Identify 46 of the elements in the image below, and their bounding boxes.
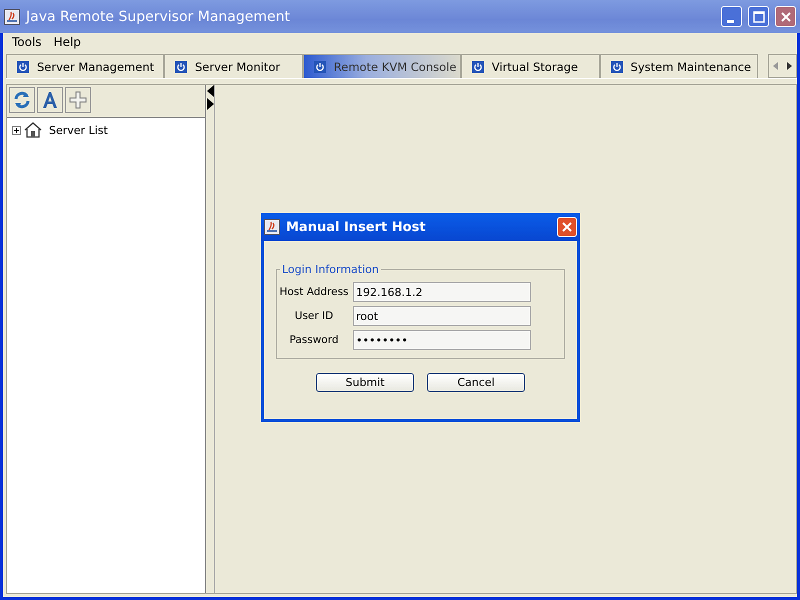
dialog-button[interactable]: Cancel (427, 373, 525, 392)
menu-item[interactable]: Help (48, 35, 87, 49)
power-icon (610, 60, 623, 72)
field-label: Host Address (278, 286, 350, 298)
input-field[interactable]: 192.168.1.2 (353, 282, 531, 302)
menu-item[interactable]: Tools (6, 35, 48, 49)
window-title: Java Remote Supervisor Management (26, 8, 291, 24)
tree-item[interactable]: Server List (49, 124, 108, 136)
add-button[interactable] (65, 87, 91, 113)
power-icon (472, 60, 484, 72)
power-icon (314, 60, 326, 72)
minimize-icon (726, 20, 734, 23)
tab[interactable]: Server Monitor (164, 54, 303, 78)
font-icon (40, 90, 60, 110)
expand-icon[interactable] (12, 126, 21, 134)
input-field[interactable]: •••••••• (353, 330, 531, 350)
input-field[interactable]: root (353, 306, 531, 326)
field-label: User ID (294, 310, 334, 322)
power-icon (175, 60, 187, 72)
minimize-button[interactable] (721, 6, 742, 27)
close-icon (561, 221, 573, 233)
tab[interactable]: Remote KVM Console (302, 54, 461, 78)
collapse-arrows-icon[interactable] (206, 85, 214, 111)
tab[interactable]: System Maintenance (600, 54, 758, 78)
close-button[interactable] (775, 6, 796, 27)
maximize-button[interactable] (748, 6, 769, 27)
tab-scroll-buttons[interactable] (768, 54, 797, 78)
close-icon (780, 10, 792, 22)
house-icon (24, 122, 42, 138)
left-arrow-icon[interactable] (772, 62, 778, 70)
power-icon (17, 60, 29, 72)
app-icon (4, 8, 20, 24)
app-icon (264, 219, 280, 235)
refresh-button[interactable] (9, 87, 35, 113)
dialog-title: Manual Insert Host (286, 220, 427, 234)
right-arrow-icon[interactable] (786, 62, 792, 70)
dialog-button[interactable]: Submit (316, 373, 414, 392)
refresh-icon (12, 90, 32, 110)
plus-icon (68, 90, 88, 110)
maximize-icon (752, 10, 764, 22)
field-label: Password (288, 334, 340, 346)
font-button[interactable] (37, 87, 63, 113)
tab[interactable]: Server Management (6, 54, 164, 78)
close-button[interactable] (557, 217, 577, 237)
group-label: Login Information (281, 263, 380, 276)
tab[interactable]: Virtual Storage (460, 54, 600, 78)
